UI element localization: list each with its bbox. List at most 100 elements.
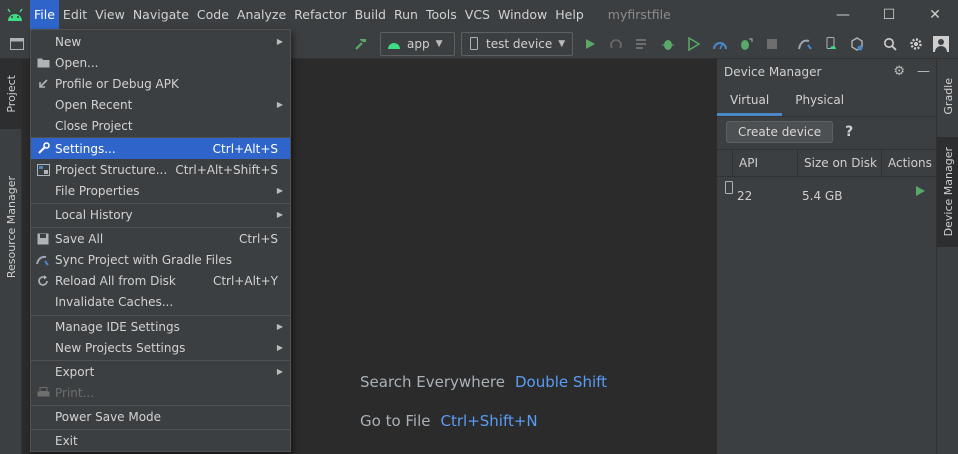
menu-help[interactable]: Help xyxy=(551,0,588,29)
run-config-label: app xyxy=(407,37,430,51)
menu-item-reload-all[interactable]: Reload All from Disk Ctrl+Alt+Y xyxy=(31,270,290,291)
menu-code[interactable]: Code xyxy=(193,0,233,29)
tab-project[interactable]: Project xyxy=(0,59,22,129)
column-api[interactable]: API xyxy=(733,150,798,176)
menu-run[interactable]: Run xyxy=(390,0,422,29)
column-actions: Actions xyxy=(888,156,932,170)
device-manager-title: Device Manager xyxy=(724,65,822,79)
go-to-file-shortcut[interactable]: Ctrl+Shift+N xyxy=(441,412,538,430)
menu-window[interactable]: Window xyxy=(494,0,551,29)
menu-item-label: Save All xyxy=(55,231,104,246)
menu-item-new-projects-settings[interactable]: New Projects Settings ▶ xyxy=(31,337,290,358)
go-to-file-hint: Go to File Ctrl+Shift+N xyxy=(360,412,538,430)
menu-analyze[interactable]: Analyze xyxy=(233,0,290,29)
gear-icon[interactable]: ⚙ xyxy=(893,64,905,79)
hide-panel-icon[interactable]: — xyxy=(917,64,930,79)
run-with-coverage-icon[interactable] xyxy=(684,34,704,54)
run-config-selector[interactable]: app ▼ xyxy=(380,32,455,56)
menu-item-close-project[interactable]: Close Project xyxy=(31,115,290,136)
menu-item-new[interactable]: New ▶ xyxy=(31,31,290,52)
tab-virtual[interactable]: Virtual xyxy=(717,85,783,116)
maximize-button[interactable]: ☐ xyxy=(866,0,912,29)
close-button[interactable]: ✕ xyxy=(912,0,958,29)
hammer-icon[interactable] xyxy=(351,34,371,54)
minimize-button[interactable]: — xyxy=(820,0,866,29)
menu-item-manage-ide-settings[interactable]: Manage IDE Settings ▶ xyxy=(31,316,290,337)
menu-item-open-recent[interactable]: Open Recent ▶ xyxy=(31,94,290,115)
menu-item-sync-gradle[interactable]: Sync Project with Gradle Files xyxy=(31,249,290,270)
device-actions-bar: Create device ? xyxy=(717,117,936,147)
create-device-button[interactable]: Create device xyxy=(726,121,834,143)
menu-item-open[interactable]: Open... xyxy=(31,52,290,73)
menu-item-settings[interactable]: Settings... Ctrl+Alt+S xyxy=(31,138,290,159)
avatar[interactable] xyxy=(931,34,951,54)
menu-navigate[interactable]: Navigate xyxy=(129,0,193,29)
stop-icon[interactable] xyxy=(762,34,782,54)
device-selector-label: test device xyxy=(486,37,553,51)
search-everywhere-shortcut[interactable]: Double Shift xyxy=(515,373,607,391)
menu-refactor[interactable]: Refactor xyxy=(290,0,350,29)
menu-view[interactable]: View xyxy=(91,0,129,29)
submenu-arrow-icon: ▶ xyxy=(276,100,283,109)
menu-item-exit[interactable]: Exit xyxy=(31,430,290,451)
tab-gradle-label: Gradle xyxy=(941,77,955,115)
menu-item-export[interactable]: Export ▶ xyxy=(31,361,290,382)
profiler-icon[interactable] xyxy=(710,34,730,54)
run-icon[interactable] xyxy=(580,34,600,54)
tab-physical[interactable]: Physical xyxy=(782,85,857,116)
sdk-manager-icon[interactable] xyxy=(847,34,867,54)
help-icon[interactable]: ? xyxy=(845,124,853,140)
debug-icon[interactable] xyxy=(658,34,678,54)
device-selector[interactable]: test device ▼ xyxy=(461,32,573,56)
column-size-on-disk[interactable]: Size on Disk xyxy=(798,150,882,176)
device-manager-toolbar-icon[interactable] xyxy=(821,34,841,54)
wrench-icon xyxy=(35,141,51,157)
file-menu-dropdown: New ▶ Open... Profile or Debug APK Open R… xyxy=(30,29,291,452)
apply-changes-icon[interactable] xyxy=(606,34,626,54)
project-window-icon[interactable] xyxy=(7,34,27,54)
menu-item-label: Open Recent xyxy=(55,97,133,112)
menu-item-label: Print... xyxy=(55,385,95,400)
menu-item-profile-debug-apk[interactable]: Profile or Debug APK xyxy=(31,73,290,94)
menu-build[interactable]: Build xyxy=(351,0,390,29)
tab-resource-manager[interactable]: Resource Manager xyxy=(0,137,22,317)
menu-edit[interactable]: Edit xyxy=(59,0,91,29)
menu-file[interactable]: File xyxy=(30,0,59,29)
attach-debugger-icon[interactable] xyxy=(736,34,756,54)
menu-vcs[interactable]: VCS xyxy=(461,0,494,29)
menu-item-local-history[interactable]: Local History ▶ xyxy=(31,204,290,225)
submenu-arrow-icon: ▶ xyxy=(276,37,283,46)
submenu-arrow-icon: ▶ xyxy=(276,322,283,331)
menu-item-power-save-mode[interactable]: Power Save Mode xyxy=(31,406,290,427)
submenu-arrow-icon: ▶ xyxy=(276,210,283,219)
sync-gradle-icon[interactable] xyxy=(795,34,815,54)
device-table-header: API Size on Disk Actions xyxy=(717,149,936,177)
menu-item-label: Local History xyxy=(55,207,133,222)
title-menu-bar: File Edit View Navigate Code Analyze Ref… xyxy=(0,0,958,29)
project-name: myfirstfile xyxy=(607,7,671,22)
menu-item-shortcut: Ctrl+Alt+S xyxy=(212,141,278,156)
menu-item-shortcut: Ctrl+Alt+Shift+S xyxy=(175,162,278,177)
gear-icon[interactable] xyxy=(906,34,926,54)
menu-item-label: Manage IDE Settings xyxy=(55,319,180,334)
tab-gradle[interactable]: Gradle xyxy=(937,65,958,127)
search-icon[interactable] xyxy=(880,34,900,54)
menu-item-label: Close Project xyxy=(55,118,133,133)
android-studio-logo-icon xyxy=(0,0,30,29)
apply-code-changes-icon[interactable] xyxy=(632,34,652,54)
tab-device-manager[interactable]: Device Manager xyxy=(937,137,958,247)
menu-item-save-all[interactable]: Save All Ctrl+S xyxy=(31,228,290,249)
menu-item-project-structure[interactable]: Project Structure... Ctrl+Alt+Shift+S xyxy=(31,159,290,180)
menu-item-label: New xyxy=(55,34,82,49)
table-row[interactable]: 22 5.4 GB xyxy=(717,177,936,211)
menu-item-label: Sync Project with Gradle Files xyxy=(55,252,232,267)
menu-item-shortcut: Ctrl+S xyxy=(238,231,278,246)
device-manager-header: Device Manager ⚙ — xyxy=(717,59,936,85)
folder-icon xyxy=(35,55,51,71)
menu-item-label: Reload All from Disk xyxy=(55,273,176,288)
menu-tools[interactable]: Tools xyxy=(422,0,461,29)
phone-icon xyxy=(724,181,734,198)
menu-item-file-properties[interactable]: File Properties ▶ xyxy=(31,180,290,201)
launch-device-icon[interactable] xyxy=(914,185,926,200)
menu-item-invalidate-caches[interactable]: Invalidate Caches... xyxy=(31,291,290,312)
